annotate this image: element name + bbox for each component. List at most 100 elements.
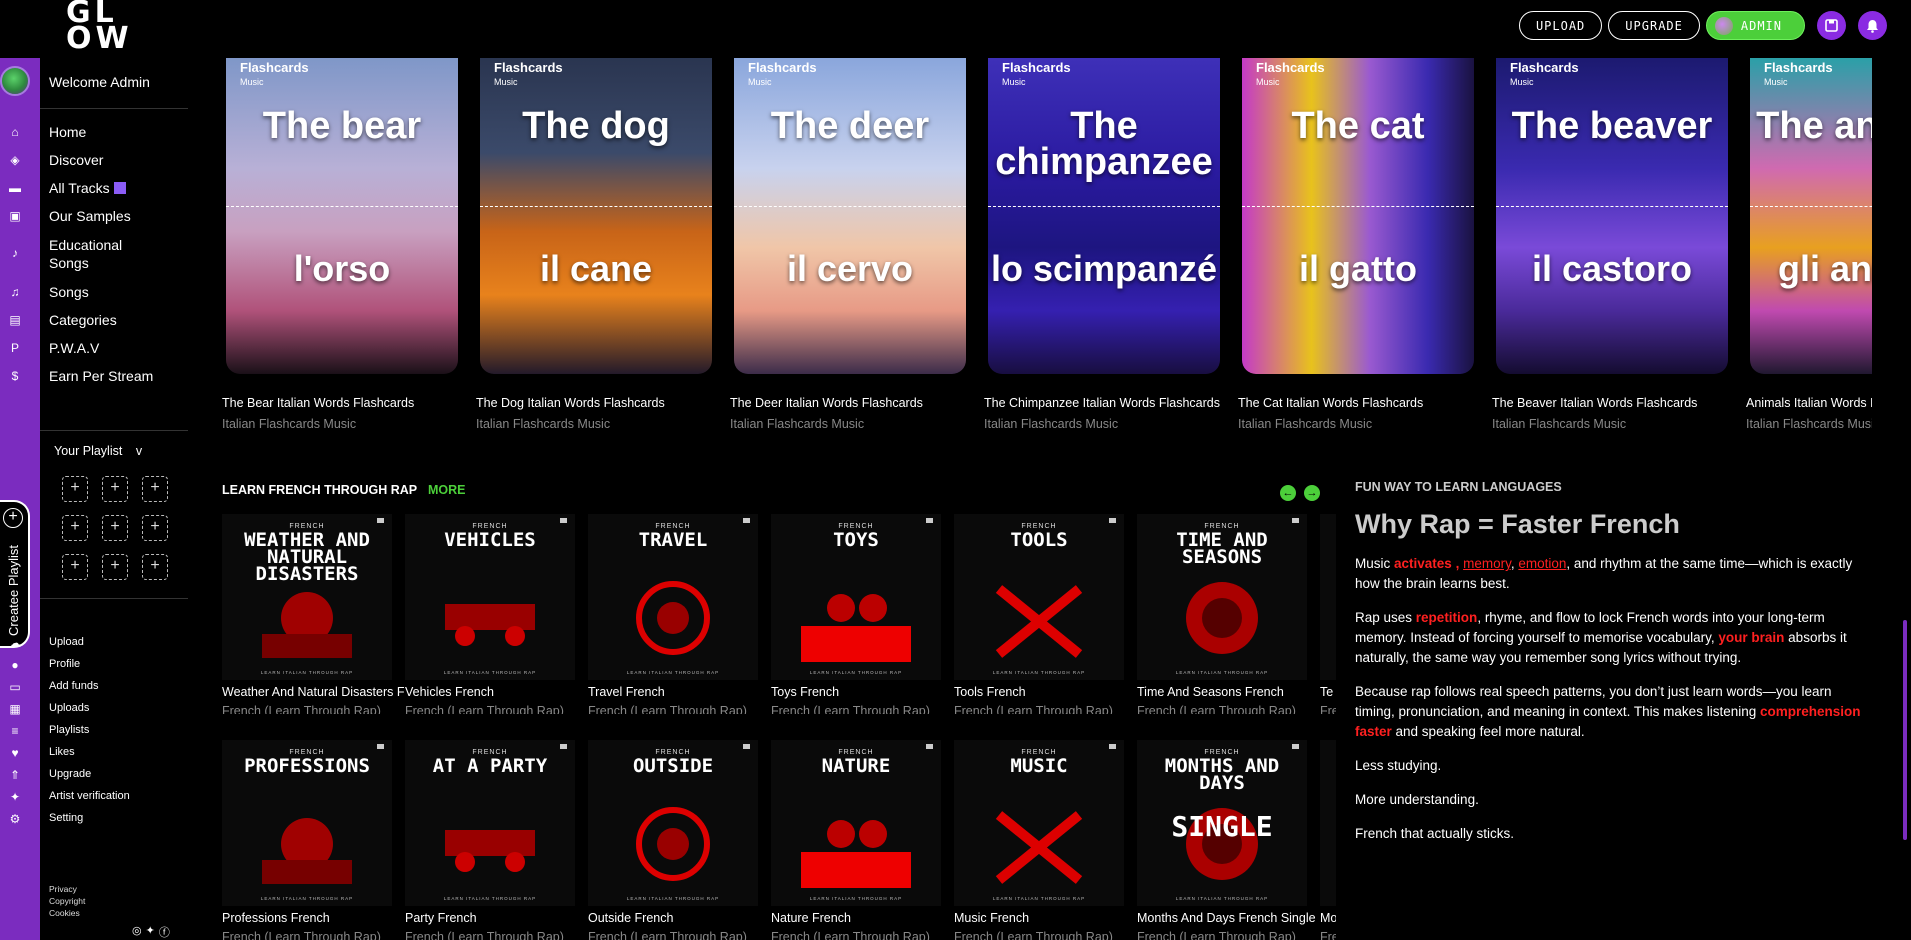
track-subtitle[interactable]: Fre <box>1320 704 1336 714</box>
your-playlist-toggle[interactable]: Your Playlist v <box>54 444 142 458</box>
track-card[interactable]: FRENCH TEXTURES LEARN ITALIAN THROUGH RAP T… <box>1320 514 1336 714</box>
track-title[interactable]: Party French <box>405 911 588 925</box>
track-card[interactable]: FRENCH TIME AND SEASONS LEARN ITALIAN THRO… <box>1137 514 1320 714</box>
flashcard-item[interactable]: Flashcards Music The bear l'orso The Bear It… <box>220 58 464 438</box>
track-subtitle[interactable]: French (Learn Through Rap) <box>771 930 954 940</box>
flashcard-item[interactable]: Flashcards Music The cat il gatto The Cat It… <box>1236 58 1480 438</box>
nav-educational-songs[interactable]: Educational Songs <box>49 236 149 272</box>
instagram-icon[interactable]: ◎ <box>132 924 142 940</box>
music-icon[interactable]: ♫ <box>8 285 22 299</box>
flashcard-title[interactable]: The Dog Italian Words Flashcards <box>476 396 720 410</box>
track-cover[interactable]: FRENCH MO LEARN ITALIAN THROUGH RAP <box>1320 740 1336 906</box>
playlist-slot[interactable] <box>62 476 88 502</box>
link-emotion[interactable]: emotion <box>1518 556 1566 571</box>
flashcard-subtitle[interactable]: Italian Flashcards Music <box>1238 417 1372 431</box>
playlist-slot[interactable] <box>102 554 128 580</box>
nav-home[interactable]: Home <box>49 124 86 140</box>
flashcard-subtitle[interactable]: Italian Flashcards Music <box>222 417 356 431</box>
flashcard-cover[interactable]: Flashcards Music The cat il gatto <box>1242 58 1474 374</box>
track-card[interactable]: FRENCH VEHICLES LEARN ITALIAN THROUGH RAP V… <box>405 514 588 714</box>
facebook-icon[interactable]: ⓕ <box>159 924 170 940</box>
track-card[interactable]: FRENCH TOYS LEARN ITALIAN THROUGH RAP Toys … <box>771 514 954 714</box>
cloud-upload-icon[interactable]: ☁ <box>8 636 22 650</box>
track-card[interactable]: FRENCH OUTSIDE LEARN ITALIAN THROUGH RAP Ou… <box>588 740 771 940</box>
compass-icon[interactable]: ◈ <box>8 153 22 167</box>
create-playlist-tab[interactable]: + Createe Playlist <box>0 500 30 648</box>
track-cover[interactable]: FRENCH TOYS LEARN ITALIAN THROUGH RAP <box>771 514 941 680</box>
track-subtitle[interactable]: French (Learn Through Rap) <box>588 704 771 714</box>
flashcard-item[interactable]: Flashcards Music The beaver il castoro The B… <box>1490 58 1734 438</box>
categories-icon[interactable]: ▤ <box>8 313 22 327</box>
track-card[interactable]: FRENCH NATURE LEARN ITALIAN THROUGH RAP Nat… <box>771 740 954 940</box>
sub-upgrade[interactable]: Upgrade <box>49 768 91 780</box>
heart-icon[interactable]: ♥ <box>8 746 22 760</box>
upgrade-button[interactable]: UPGRADE <box>1608 11 1700 40</box>
save-icon[interactable] <box>1817 11 1846 40</box>
flashcard-title[interactable]: The Bear Italian Words Flashcards <box>222 396 466 410</box>
user-avatar[interactable] <box>0 66 30 96</box>
copyright-link[interactable]: Copyright <box>49 896 85 906</box>
flashcard-title[interactable]: The Deer Italian Words Flashcards <box>730 396 974 410</box>
track-subtitle[interactable]: French (Learn Through Rap) <box>1137 704 1320 714</box>
glow-logo[interactable]: GL OW <box>66 0 150 54</box>
track-cover[interactable]: FRENCH TRAVEL LEARN ITALIAN THROUGH RAP <box>588 514 758 680</box>
plus-icon[interactable]: + <box>3 508 23 528</box>
track-cover[interactable]: FRENCH TEXTURES LEARN ITALIAN THROUGH RAP <box>1320 514 1336 680</box>
track-card[interactable]: FRENCH MONTHS AND DAYS SINGLE LEARN ITALIAN… <box>1137 740 1320 940</box>
nav-songs[interactable]: Songs <box>49 284 89 300</box>
flashcard-cover[interactable]: Flashcards Music The bear l'orso <box>226 58 458 374</box>
sub-setting[interactable]: Setting <box>49 812 83 824</box>
nav-all-tracks[interactable]: All Tracks <box>49 180 126 196</box>
playlist-slot[interactable] <box>62 554 88 580</box>
arrow-left-icon[interactable]: ← <box>1280 485 1296 501</box>
flashcard-subtitle[interactable]: Italian Flashcards Music <box>730 417 864 431</box>
flashcard-cover[interactable]: Flashcards Music The beaver il castoro <box>1496 58 1728 374</box>
twitter-icon[interactable]: ✦ <box>146 924 155 940</box>
playlist-slot[interactable] <box>142 476 168 502</box>
home-icon[interactable]: ⌂ <box>8 125 22 139</box>
track-title[interactable]: Music French <box>954 911 1137 925</box>
track-subtitle[interactable]: French (Learn Through Rap) <box>954 704 1137 714</box>
earn-icon[interactable]: $ <box>8 369 22 383</box>
track-card[interactable]: FRENCH TRAVEL LEARN ITALIAN THROUGH RAP Tra… <box>588 514 771 714</box>
track-card[interactable]: FRENCH MUSIC LEARN ITALIAN THROUGH RAP Musi… <box>954 740 1137 940</box>
playlist-slot[interactable] <box>102 515 128 541</box>
flashcard-subtitle[interactable]: Italian Flashcards Music <box>1746 417 1872 431</box>
flashcard-cover[interactable]: Flashcards Music The chimpanzee lo scimpanz… <box>988 58 1220 374</box>
more-link[interactable]: MORE <box>428 483 466 497</box>
flashcard-cover[interactable]: Flashcards Music The animals gli animali <box>1750 58 1872 374</box>
track-title[interactable]: Nature French <box>771 911 954 925</box>
track-title[interactable]: Toys French <box>771 685 954 699</box>
flashcard-title[interactable]: The Cat Italian Words Flashcards <box>1238 396 1482 410</box>
nav-discover[interactable]: Discover <box>49 152 103 168</box>
track-title[interactable]: Professions French <box>222 911 405 925</box>
add-funds-icon[interactable]: ▭ <box>8 680 22 694</box>
cookies-link[interactable]: Cookies <box>49 908 80 918</box>
nav-our-samples[interactable]: Our Samples <box>49 208 131 224</box>
pwav-icon[interactable]: P <box>8 341 22 355</box>
folder-icon[interactable]: ▬ <box>8 181 22 195</box>
track-subtitle[interactable]: French (Learn Through Rap) <box>1137 930 1320 940</box>
flashcard-title[interactable]: The Beaver Italian Words Flashcards <box>1492 396 1736 410</box>
track-title[interactable]: Tools French <box>954 685 1137 699</box>
sub-likes[interactable]: Likes <box>49 746 75 758</box>
flashcard-item[interactable]: Flashcards Music The deer il cervo The Deer … <box>728 58 972 438</box>
sub-add-funds[interactable]: Add funds <box>49 680 99 692</box>
track-card[interactable]: FRENCH WEATHER AND NATURAL DISASTERS LEARN… <box>222 514 405 714</box>
flashcard-subtitle[interactable]: Italian Flashcards Music <box>476 417 610 431</box>
playlist-slot[interactable] <box>142 554 168 580</box>
flashcard-title[interactable]: The Chimpanzee Italian Words Flashcards <box>984 396 1228 410</box>
playlists-icon[interactable]: ≡ <box>8 724 22 738</box>
sample-icon[interactable]: ▣ <box>8 209 22 223</box>
sub-artist-verification[interactable]: Artist verification <box>49 790 130 802</box>
track-cover[interactable]: FRENCH VEHICLES LEARN ITALIAN THROUGH RAP <box>405 514 575 680</box>
link-memory[interactable]: memory <box>1463 556 1511 571</box>
sub-uploads[interactable]: Uploads <box>49 702 89 714</box>
track-title[interactable]: Travel French <box>588 685 771 699</box>
track-title[interactable]: Time And Seasons French <box>1137 685 1320 699</box>
track-card[interactable]: FRENCH MO LEARN ITALIAN THROUGH RAP Mo Fre <box>1320 740 1336 940</box>
privacy-link[interactable]: Privacy <box>49 884 77 894</box>
flashcard-cover[interactable]: Flashcards Music The dog il cane <box>480 58 712 374</box>
arrow-right-icon[interactable]: → <box>1304 485 1320 501</box>
flashcard-item[interactable]: Flashcards Music The dog il cane The Dog Ita… <box>474 58 718 438</box>
